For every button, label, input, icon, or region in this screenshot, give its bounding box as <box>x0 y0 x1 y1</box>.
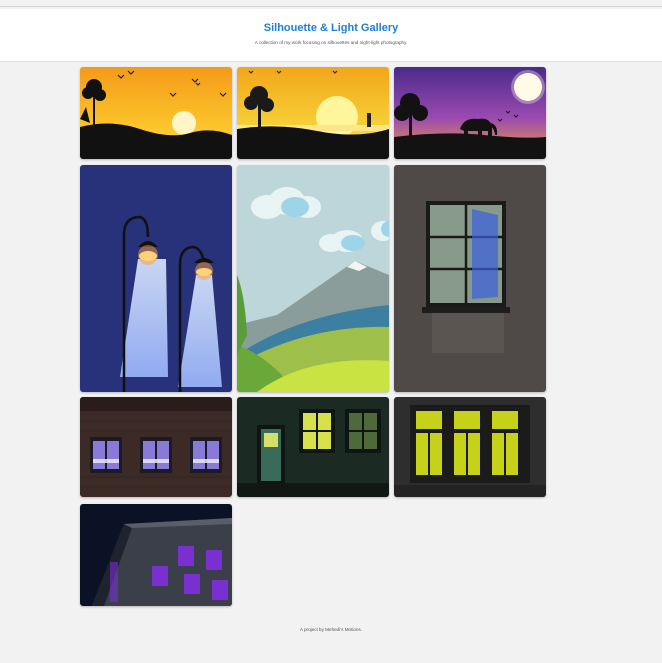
site-footer: A project by Mehedi's Motions. <box>0 627 662 632</box>
gallery-item-street-lamps[interactable] <box>80 165 232 392</box>
mountains-image <box>237 165 389 392</box>
top-divider <box>0 6 662 7</box>
brick-windows-image <box>80 397 232 497</box>
gallery-item-green-house[interactable] <box>237 397 389 497</box>
elephant-moon-image <box>394 67 546 159</box>
gallery-item-night-building[interactable] <box>80 504 232 606</box>
footer-credit: A project by Mehedi's Motions. <box>299 627 363 632</box>
gallery-item-lit-window[interactable] <box>394 165 546 392</box>
night-building-image <box>80 504 232 606</box>
page-title: Silhouette & Light Gallery <box>263 22 399 34</box>
gallery-item-mountains[interactable] <box>237 165 389 392</box>
sunset-birds-image <box>80 67 232 159</box>
site-header: Silhouette & Light Gallery A collection … <box>0 9 662 62</box>
gallery-item-sunset-birds[interactable] <box>80 67 232 159</box>
gallery-item-elephant-moon[interactable] <box>394 67 546 159</box>
gallery-item-yellow-windows[interactable] <box>394 397 546 497</box>
yellow-windows-image <box>394 397 546 497</box>
lit-window-image <box>394 165 546 392</box>
gallery-item-sunrise-tree[interactable] <box>237 67 389 159</box>
page-subtitle: A collection of my work focusing on silh… <box>254 40 408 45</box>
sunrise-tree-image <box>237 67 389 159</box>
gallery-item-brick-windows[interactable] <box>80 397 232 497</box>
street-lamps-image <box>80 165 232 392</box>
green-house-image <box>237 397 389 497</box>
